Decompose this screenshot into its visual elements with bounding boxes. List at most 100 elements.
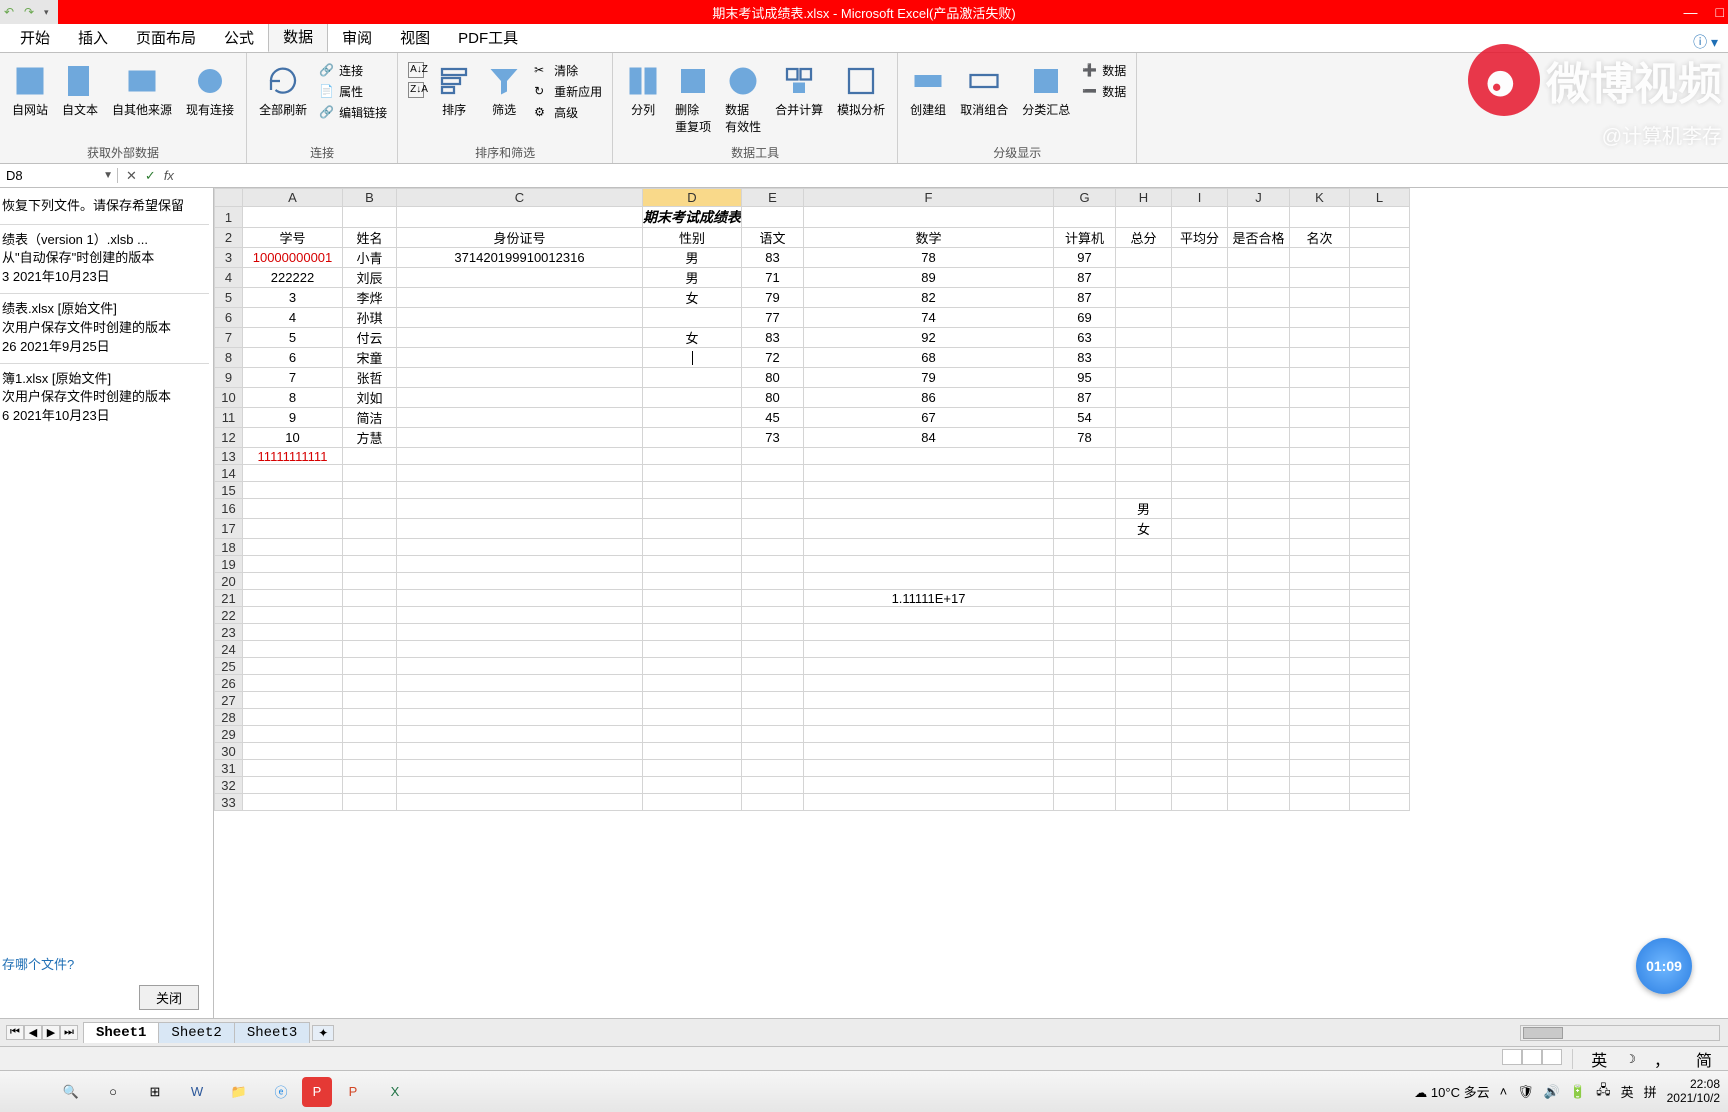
cell-J30[interactable]	[1228, 743, 1290, 760]
cell-E9[interactable]: 80	[742, 368, 804, 388]
row-header-25[interactable]: 25	[215, 658, 243, 675]
cell-G18[interactable]	[1054, 539, 1116, 556]
cell-A25[interactable]	[243, 658, 343, 675]
cell-H7[interactable]	[1116, 328, 1172, 348]
help-icon[interactable]: ⓘ ▾	[1693, 32, 1718, 52]
cell-K10[interactable]	[1290, 388, 1350, 408]
cell-L22[interactable]	[1350, 607, 1410, 624]
refresh-all-button[interactable]: 全部刷新	[255, 61, 311, 120]
cell-F26[interactable]	[804, 675, 1054, 692]
ime-simplified[interactable]: 简	[1688, 1047, 1720, 1071]
cell-B32[interactable]	[343, 777, 397, 794]
cell-B8[interactable]: 宋童	[343, 348, 397, 368]
cell-C26[interactable]	[397, 675, 643, 692]
cell-I26[interactable]	[1172, 675, 1228, 692]
row-header-13[interactable]: 13	[215, 448, 243, 465]
cell-B4[interactable]: 刘辰	[343, 268, 397, 288]
cell-F22[interactable]	[804, 607, 1054, 624]
cell-L11[interactable]	[1350, 408, 1410, 428]
cell-D15[interactable]	[643, 482, 742, 499]
cell-I21[interactable]	[1172, 590, 1228, 607]
row-header-11[interactable]: 11	[215, 408, 243, 428]
cell-C8[interactable]	[397, 348, 643, 368]
cell-H13[interactable]	[1116, 448, 1172, 465]
cell-G4[interactable]: 87	[1054, 268, 1116, 288]
cell-E30[interactable]	[742, 743, 804, 760]
column-header-H[interactable]: H	[1116, 189, 1172, 207]
cell-C27[interactable]	[397, 692, 643, 709]
cell-F28[interactable]	[804, 709, 1054, 726]
cell-H20[interactable]	[1116, 573, 1172, 590]
cell-I19[interactable]	[1172, 556, 1228, 573]
cell-B24[interactable]	[343, 641, 397, 658]
cell-K26[interactable]	[1290, 675, 1350, 692]
cell-F15[interactable]	[804, 482, 1054, 499]
dropdown-icon[interactable]: ▾	[741, 349, 742, 364]
cell-C20[interactable]	[397, 573, 643, 590]
cell-K23[interactable]	[1290, 624, 1350, 641]
row-header-18[interactable]: 18	[215, 539, 243, 556]
sort-asc-button[interactable]: A↓Z	[406, 61, 426, 79]
cell-L20[interactable]	[1350, 573, 1410, 590]
tray-ime-mode[interactable]: 拼	[1644, 1082, 1657, 1101]
tab-view[interactable]: 视图	[386, 23, 444, 52]
cell-I7[interactable]	[1172, 328, 1228, 348]
column-header-F[interactable]: F	[804, 189, 1054, 207]
cell-C12[interactable]	[397, 428, 643, 448]
cell-D22[interactable]	[643, 607, 742, 624]
cell-D16[interactable]	[643, 499, 742, 519]
tray-volume-icon[interactable]: 🔊	[1544, 1084, 1560, 1100]
cell-E13[interactable]	[742, 448, 804, 465]
cell-L33[interactable]	[1350, 794, 1410, 811]
cell-D4[interactable]: 男	[643, 268, 742, 288]
cell-E20[interactable]	[742, 573, 804, 590]
cell-K2[interactable]: 名次	[1290, 228, 1350, 248]
cell-A31[interactable]	[243, 760, 343, 777]
cell-L14[interactable]	[1350, 465, 1410, 482]
cell-H18[interactable]	[1116, 539, 1172, 556]
subtotal-button[interactable]: 分类汇总	[1018, 61, 1074, 120]
cell-A23[interactable]	[243, 624, 343, 641]
undo-icon[interactable]: ↶	[4, 5, 18, 19]
cell-E28[interactable]	[742, 709, 804, 726]
cell-I1[interactable]	[1172, 207, 1228, 228]
cell-A21[interactable]	[243, 590, 343, 607]
cell-C14[interactable]	[397, 465, 643, 482]
cell-L13[interactable]	[1350, 448, 1410, 465]
cell-H22[interactable]	[1116, 607, 1172, 624]
cell-J27[interactable]	[1228, 692, 1290, 709]
cell-J20[interactable]	[1228, 573, 1290, 590]
cell-D18[interactable]	[643, 539, 742, 556]
cell-E25[interactable]	[742, 658, 804, 675]
cell-F3[interactable]: 78	[804, 248, 1054, 268]
row-header-32[interactable]: 32	[215, 777, 243, 794]
cell-F12[interactable]: 84	[804, 428, 1054, 448]
cell-D9[interactable]	[643, 368, 742, 388]
cell-K4[interactable]	[1290, 268, 1350, 288]
row-header-7[interactable]: 7	[215, 328, 243, 348]
cell-L30[interactable]	[1350, 743, 1410, 760]
cell-K12[interactable]	[1290, 428, 1350, 448]
cell-F7[interactable]: 92	[804, 328, 1054, 348]
cell-C33[interactable]	[397, 794, 643, 811]
edit-links-button[interactable]: 🔗编辑链接	[317, 103, 389, 122]
cell-H32[interactable]	[1116, 777, 1172, 794]
cell-A8[interactable]: 6	[243, 348, 343, 368]
cell-C6[interactable]	[397, 308, 643, 328]
cell-B22[interactable]	[343, 607, 397, 624]
recovery-item[interactable]: 簿1.xlsx [原始文件] 次用户保存文件时创建的版本 6 2021年10月2…	[0, 363, 209, 433]
cell-D12[interactable]	[643, 428, 742, 448]
ungroup-button[interactable]: 取消组合	[956, 61, 1012, 120]
cell-L3[interactable]	[1350, 248, 1410, 268]
cell-E3[interactable]: 83	[742, 248, 804, 268]
cell-C17[interactable]	[397, 519, 643, 539]
cell-A29[interactable]	[243, 726, 343, 743]
confirm-edit-button[interactable]: ✓	[145, 168, 156, 184]
row-header-26[interactable]: 26	[215, 675, 243, 692]
cell-C30[interactable]	[397, 743, 643, 760]
cell-E24[interactable]	[742, 641, 804, 658]
cell-J23[interactable]	[1228, 624, 1290, 641]
sheet-nav-first-icon[interactable]: ⏮	[6, 1025, 24, 1040]
cell-K15[interactable]	[1290, 482, 1350, 499]
cell-D24[interactable]	[643, 641, 742, 658]
